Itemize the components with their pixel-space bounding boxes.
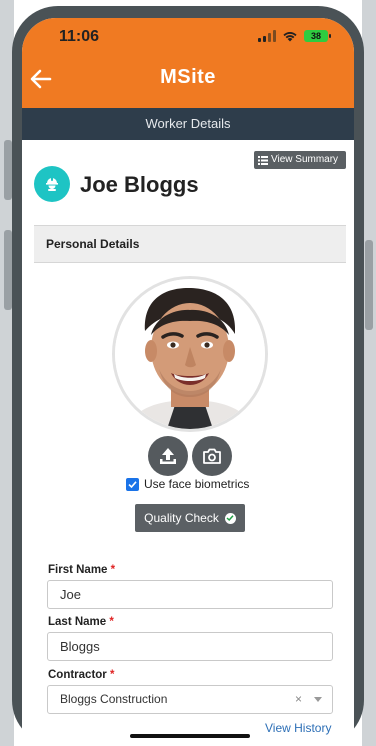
upload-icon: [160, 448, 176, 464]
checkmark-icon: [128, 480, 137, 488]
dropdown-caret-icon[interactable]: [314, 697, 322, 702]
last-name-input[interactable]: Bloggs: [47, 632, 333, 661]
section-personal-details[interactable]: Personal Details: [34, 225, 346, 263]
list-icon: [258, 155, 268, 165]
worker-avatar: [34, 166, 70, 202]
last-name-label-text: Last Name: [48, 616, 107, 628]
check-icon: [224, 512, 236, 524]
msite-logo: MSite: [160, 66, 216, 88]
home-indicator: [130, 734, 250, 738]
status-icons: 38: [258, 30, 331, 42]
required-mark: *: [110, 564, 116, 576]
battery-icon: 38: [304, 30, 331, 42]
camera-icon: [203, 448, 221, 464]
view-summary-label: View Summary: [271, 154, 339, 165]
required-mark: *: [109, 669, 115, 681]
device-volume-up-button: [4, 140, 12, 200]
status-time: 11:06: [59, 28, 100, 45]
view-summary-button[interactable]: View Summary: [254, 151, 346, 169]
app-screen: 11:06 38 MSite Worker Details View Summa…: [22, 18, 354, 746]
contractor-label-text: Contractor: [48, 669, 107, 681]
required-mark: *: [109, 616, 114, 628]
upload-photo-button[interactable]: [148, 436, 188, 476]
first-name-label-text: First Name: [48, 564, 108, 576]
page-title: Worker Details: [22, 108, 354, 140]
wifi-icon: [283, 32, 297, 42]
last-name-label: Last Name *: [48, 616, 114, 628]
quality-check-label: Quality Check: [144, 511, 219, 525]
view-history-link[interactable]: View History: [265, 721, 331, 735]
first-name-input[interactable]: Joe: [47, 580, 333, 609]
contractor-select[interactable]: Bloggs Construction ×: [47, 685, 333, 714]
clear-selection-icon[interactable]: ×: [295, 686, 302, 713]
first-name-label: First Name *: [48, 564, 115, 576]
worker-helmet-icon: [46, 177, 58, 191]
take-photo-button[interactable]: [192, 436, 232, 476]
app-header: 11:06 38 MSite: [22, 18, 354, 108]
worker-face-image: [115, 279, 265, 429]
quality-check-button[interactable]: Quality Check: [135, 504, 245, 532]
face-biometrics-checkbox[interactable]: [126, 477, 139, 491]
face-biometrics-option[interactable]: Use face biometrics: [126, 477, 249, 491]
worker-name: Joe Bloggs: [80, 172, 199, 197]
signal-icon: [258, 30, 276, 42]
contractor-value: Bloggs Construction: [60, 692, 168, 706]
device-power-button: [365, 240, 373, 330]
device-volume-down-button: [4, 230, 12, 310]
worker-photo: [112, 276, 268, 432]
face-biometrics-label: Use face biometrics: [144, 477, 250, 491]
contractor-label: Contractor *: [48, 669, 114, 681]
device-bezel-right: [362, 0, 376, 746]
